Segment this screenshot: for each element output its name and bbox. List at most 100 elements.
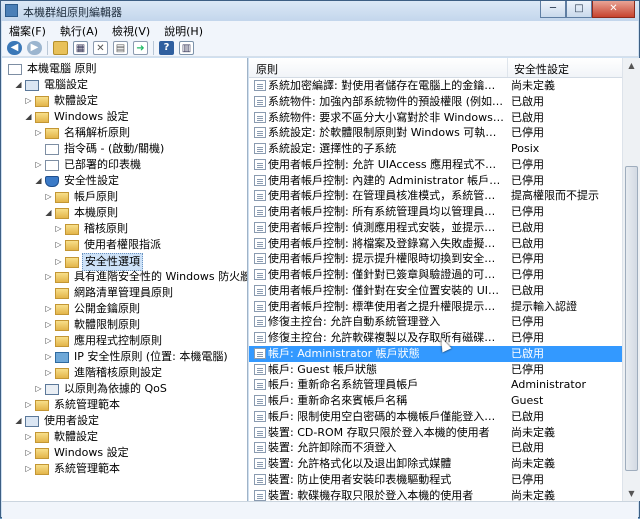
- collapse-arrow-icon[interactable]: ◢: [34, 173, 43, 189]
- forward-arrow-icon[interactable]: ▶: [27, 40, 42, 55]
- delete-icon[interactable]: ✕: [93, 40, 108, 55]
- tree-node-user-windows-settings[interactable]: ▷ Windows 設定: [24, 445, 131, 461]
- tree-node-account-policies[interactable]: ▷ 帳戶原則: [44, 189, 120, 205]
- expand-arrow-icon[interactable]: ▷: [24, 429, 33, 445]
- policy-row[interactable]: 帳戶: 限制使用空白密碼的本機帳戶僅能登入到主控台 已啟用: [249, 409, 622, 425]
- column-header-setting[interactable]: 安全性設定: [514, 61, 569, 77]
- policy-row[interactable]: 系統設定: 於軟體限制原則對 Windows 可執行檔使用憑證規... 已停用: [249, 125, 622, 141]
- expand-arrow-icon[interactable]: ▷: [34, 381, 43, 397]
- tree-node-security-options[interactable]: ▷ 安全性選項: [54, 253, 143, 271]
- policy-row[interactable]: 裝置: 允許格式化以及退出卸除式媒體 尚未定義: [249, 456, 622, 472]
- export-list-icon[interactable]: ➜: [133, 40, 148, 55]
- expand-arrow-icon[interactable]: ▷: [44, 349, 53, 365]
- policy-row[interactable]: 系統物件: 要求不區分大小寫對於非 Windows 子系統 已啟用: [249, 110, 622, 126]
- tree-node-printers[interactable]: ▷ 已部署的印表機: [34, 157, 143, 173]
- policy-row[interactable]: 使用者帳戶控制: 允許 UIAccess 應用程式不使用安全桌面來... 已停用: [249, 157, 622, 173]
- tree-node-software-settings[interactable]: ▷ 軟體設定: [24, 93, 100, 109]
- tree-node-audit-policy[interactable]: ▷ 稽核原則: [54, 221, 130, 237]
- policy-row[interactable]: 使用者帳戶控制: 將檔案及登錄寫入失敗虛擬化並儲存至每... 已啟用: [249, 236, 622, 252]
- tree-node-software-restriction[interactable]: ▷ 軟體限制原則: [44, 317, 142, 333]
- expand-arrow-icon[interactable]: ▷: [54, 237, 63, 253]
- column-header-policy[interactable]: 原則: [256, 61, 278, 77]
- tree-node-app-control[interactable]: ▷ 應用程式控制原則: [44, 333, 164, 349]
- tree-node-user-admin-templates[interactable]: ▷ 系統管理範本: [24, 461, 122, 477]
- tree-node-public-key[interactable]: ▷ 公開金鑰原則: [44, 301, 142, 317]
- expand-arrow-icon[interactable]: ▷: [44, 269, 53, 285]
- tree-node-firewall[interactable]: ▷ 具有進階安全性的 Windows 防火牆: [44, 269, 247, 285]
- policy-row[interactable]: 使用者帳戶控制: 僅針對在安全位置安裝的 UIAccess 應用程... 已啟用: [249, 283, 622, 299]
- policy-row[interactable]: 使用者帳戶控制: 僅針對已簽章與驗證過的可執行檔，提高... 已停用: [249, 267, 622, 283]
- policy-row[interactable]: 系統加密編譯: 對使用者儲存在電腦上的金鑰強制使用強... 尚未定義: [249, 78, 622, 94]
- policy-row[interactable]: 裝置: CD-ROM 存取只限於登入本機的使用者 尚未定義: [249, 425, 622, 441]
- tree-node-security-settings[interactable]: ◢ 安全性設定: [34, 173, 121, 189]
- policy-row[interactable]: 使用者帳戶控制: 內建的 Administrator 帳戶的管理員核准模式已停用: [249, 173, 622, 189]
- expand-arrow-icon[interactable]: ▷: [54, 254, 63, 270]
- menu-view[interactable]: 檢視(V): [105, 21, 157, 39]
- properties-icon[interactable]: ▤: [113, 40, 128, 55]
- expand-arrow-icon[interactable]: ▷: [24, 461, 33, 477]
- tree-node-computer-config[interactable]: ◢ 電腦設定: [14, 77, 90, 93]
- scroll-down-icon[interactable]: ▼: [624, 486, 639, 501]
- policy-row[interactable]: 系統物件: 加強內部系統物件的預設權限 (例如:符號連結) 已啟用: [249, 94, 622, 110]
- maximize-button[interactable]: □: [566, 1, 592, 18]
- collapse-arrow-icon[interactable]: ◢: [44, 205, 53, 221]
- help-icon[interactable]: ?: [159, 40, 174, 55]
- tree-node-admin-templates[interactable]: ▷ 系統管理範本: [24, 397, 122, 413]
- tree-node-user-software-settings[interactable]: ▷ 軟體設定: [24, 429, 100, 445]
- action-pane-icon[interactable]: ▥: [179, 40, 194, 55]
- collapse-arrow-icon[interactable]: ◢: [14, 413, 23, 429]
- policy-row[interactable]: 修復主控台: 允許自動系統管理登入 已停用: [249, 314, 622, 330]
- menu-file[interactable]: 檔案(F): [2, 21, 53, 39]
- policy-row[interactable]: 裝置: 防止使用者安裝印表機驅動程式 已停用: [249, 472, 622, 488]
- expand-arrow-icon[interactable]: ▷: [24, 445, 33, 461]
- collapse-arrow-icon[interactable]: ◢: [24, 109, 33, 125]
- policy-row[interactable]: 帳戶: 重新命名系統管理員帳戶 Administrator: [249, 377, 622, 393]
- policy-row[interactable]: 使用者帳戶控制: 偵測應用程式安裝，並提示提升權限 已啟用: [249, 220, 622, 236]
- navigation-tree[interactable]: 本機電腦 原則 ◢ 電腦設定 ▷ 軟體設定 ◢ Windows 設定 ▷ 名稱解析原則 …: [2, 58, 248, 501]
- collapse-arrow-icon[interactable]: ◢: [14, 77, 23, 93]
- expand-arrow-icon[interactable]: ▷: [24, 93, 33, 109]
- tree-node-advanced-audit[interactable]: ▷ 進階稽核原則設定: [44, 365, 164, 381]
- tree-node-name-resolution[interactable]: ▷ 名稱解析原則: [34, 125, 132, 141]
- tree-node-scripts[interactable]: 指令碼 - (啟動/關機): [43, 141, 166, 157]
- up-folder-icon[interactable]: [53, 40, 68, 55]
- back-arrow-icon[interactable]: ◀: [7, 40, 22, 55]
- expand-arrow-icon[interactable]: ▷: [44, 333, 53, 349]
- policy-row[interactable]: 帳戶: 重新命名來賓帳戶名稱 Guest: [249, 393, 622, 409]
- scroll-up-icon[interactable]: ▲: [624, 58, 639, 73]
- expand-arrow-icon[interactable]: ▷: [34, 157, 43, 173]
- expand-arrow-icon[interactable]: ▷: [44, 365, 53, 381]
- close-button[interactable]: ✕: [592, 1, 635, 18]
- policy-row[interactable]: 使用者帳戶控制: 所有系統管理員均以管理員核准模式執行已停用: [249, 204, 622, 220]
- policy-row[interactable]: 帳戶: Guest 帳戶狀態 已停用: [249, 362, 622, 378]
- minimize-button[interactable]: ─: [540, 1, 566, 18]
- policy-row[interactable]: 系統設定: 選擇性的子系統 Posix: [249, 141, 622, 157]
- title-bar[interactable]: 本機群組原則編輯器 ─ □ ✕: [1, 1, 639, 21]
- policy-row[interactable]: 修復主控台: 允許軟碟複製以及存取所有磁碟和所有資料夾已停用: [249, 330, 622, 346]
- vertical-scrollbar[interactable]: ▲ ▼: [622, 58, 640, 501]
- expand-arrow-icon[interactable]: ▷: [44, 301, 53, 317]
- tree-node-local-policies[interactable]: ◢ 本機原則: [44, 205, 120, 221]
- column-divider[interactable]: [507, 58, 508, 77]
- policy-row[interactable]: 裝置: 允許卸除而不須登入 已啟用: [249, 440, 622, 456]
- tree-node-user-rights[interactable]: ▷ 使用者權限指派: [54, 237, 163, 253]
- menu-help[interactable]: 說明(H): [157, 21, 210, 39]
- tree-node-network-list[interactable]: 網路清單管理員原則: [53, 285, 175, 301]
- tree-node-user-config[interactable]: ◢ 使用者設定: [14, 413, 101, 429]
- policy-row[interactable]: 裝置: 軟碟機存取只限於登入本機的使用者 尚未定義: [249, 488, 622, 501]
- policy-row[interactable]: 使用者帳戶控制: 在管理員核准模式，系統管理員之提升權... 提高權限而不提示: [249, 188, 622, 204]
- expand-arrow-icon[interactable]: ▷: [34, 125, 43, 141]
- policy-list-view[interactable]: 原則 安全性設定 系統加密編譯: 對使用者儲存在電腦上的金鑰強制使用強... 尚未…: [249, 58, 622, 501]
- show-hide-tree-icon[interactable]: ▦: [73, 40, 88, 55]
- policy-row[interactable]: 帳戶: Administrator 帳戶狀態 已啟用: [249, 345, 622, 362]
- tree-node-qos[interactable]: ▷ 以原則為依據的 QoS: [34, 381, 169, 397]
- tree-node-ip-security[interactable]: ▷ IP 安全性原則 (位置: 本機電腦): [44, 349, 230, 365]
- menu-action[interactable]: 執行(A): [53, 21, 105, 39]
- expand-arrow-icon[interactable]: ▷: [44, 317, 53, 333]
- expand-arrow-icon[interactable]: ▷: [54, 221, 63, 237]
- expand-arrow-icon[interactable]: ▷: [24, 397, 33, 413]
- policy-row[interactable]: 使用者帳戶控制: 標準使用者之提升權限提示的行為 提示輸入認證: [249, 299, 622, 315]
- tree-node-root[interactable]: 本機電腦 原則: [6, 61, 99, 77]
- scrollbar-thumb[interactable]: [625, 166, 638, 471]
- tree-node-windows-settings[interactable]: ◢ Windows 設定: [24, 109, 131, 125]
